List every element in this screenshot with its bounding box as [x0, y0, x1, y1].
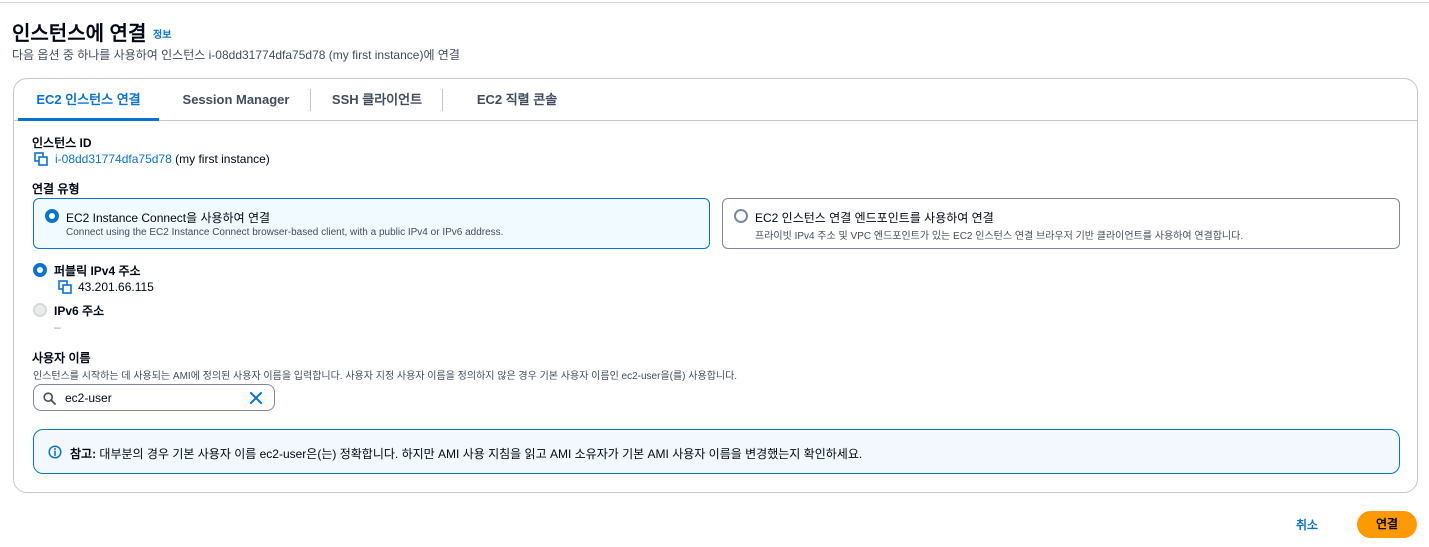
page-subtitle: 다음 옵션 중 하나를 사용하여 인스턴스 i-08dd31774dfa75d7… [12, 48, 460, 62]
username-input-wrapper [33, 384, 275, 411]
tab-separator [442, 89, 443, 111]
instance-id-label: 인스턴스 ID [32, 136, 92, 150]
instance-name: (my first instance) [175, 152, 270, 166]
tab-session-manager[interactable]: Session Manager [164, 79, 308, 120]
username-label: 사용자 이름 [32, 351, 91, 365]
radio-button[interactable] [734, 209, 748, 223]
connection-option-endpoint[interactable]: EC2 인스턴스 연결 엔드포인트를 사용하여 연결 프라이빗 IPv4 주소 … [722, 198, 1400, 249]
username-hint: 인스턴스를 시작하는 데 사용되는 AMI에 정의된 사용자 이름을 입력합니다… [33, 371, 738, 382]
ipv4-label: 퍼블릭 IPv4 주소 [54, 264, 141, 278]
instance-id-link[interactable]: i-08dd31774dfa75d78 [55, 152, 172, 166]
ipv4-value: 43.201.66.115 [78, 280, 154, 294]
alert-bold: 참고: [70, 447, 97, 461]
copy-icon[interactable] [58, 280, 72, 294]
connection-type-label: 연결 유형 [32, 182, 80, 196]
info-icon [48, 445, 62, 459]
clear-icon[interactable] [249, 391, 263, 405]
ipv6-label: IPv6 주소 [54, 304, 105, 318]
option-title: EC2 인스턴스 연결 엔드포인트를 사용하여 연결 [755, 211, 994, 225]
radio-button[interactable] [45, 209, 59, 223]
connection-option-instance-connect[interactable]: EC2 Instance Connect을 사용하여 연결 Connect us… [33, 198, 710, 249]
username-input[interactable] [65, 389, 245, 407]
instance-id-row: i-08dd31774dfa75d78 (my first instance) [55, 152, 270, 166]
tab-separator [310, 89, 311, 111]
tab-ec2-instance-connect[interactable]: EC2 인스턴스 연결 [18, 79, 159, 121]
connect-panel: EC2 인스턴스 연결 Session Manager SSH 클라이언트 EC… [13, 78, 1418, 493]
connect-button[interactable]: 연결 [1357, 511, 1417, 538]
top-divider [0, 2, 1429, 3]
search-icon [43, 392, 56, 405]
option-title: EC2 Instance Connect을 사용하여 연결 [66, 211, 271, 225]
ipv6-radio [33, 303, 47, 317]
tab-bar: EC2 인스턴스 연결 Session Manager SSH 클라이언트 EC… [14, 79, 1417, 121]
info-alert: 참고: 대부분의 경우 기본 사용자 이름 ec2-user은(는) 정확합니다… [33, 429, 1400, 474]
option-description: 프라이빗 IPv4 주소 및 VPC 엔드포인트가 있는 EC2 인스턴스 연결… [755, 231, 1244, 242]
tab-ec2-serial-console[interactable]: EC2 직렬 콘솔 [444, 79, 590, 120]
option-description: Connect using the EC2 Instance Connect b… [66, 227, 504, 238]
copy-icon[interactable] [34, 152, 48, 166]
page-title: 인스턴스에 연결 [12, 23, 147, 45]
info-link[interactable]: 정보 [153, 26, 171, 41]
ipv4-radio[interactable] [33, 263, 47, 277]
ipv6-value: – [54, 320, 61, 334]
alert-text: 대부분의 경우 기본 사용자 이름 ec2-user은(는) 정확합니다. 하지… [96, 447, 863, 461]
alert-message: 참고: 대부분의 경우 기본 사용자 이름 ec2-user은(는) 정확합니다… [70, 445, 862, 462]
tab-ssh-client[interactable]: SSH 클라이언트 [312, 79, 442, 120]
cancel-button[interactable]: 취소 [1296, 516, 1318, 533]
